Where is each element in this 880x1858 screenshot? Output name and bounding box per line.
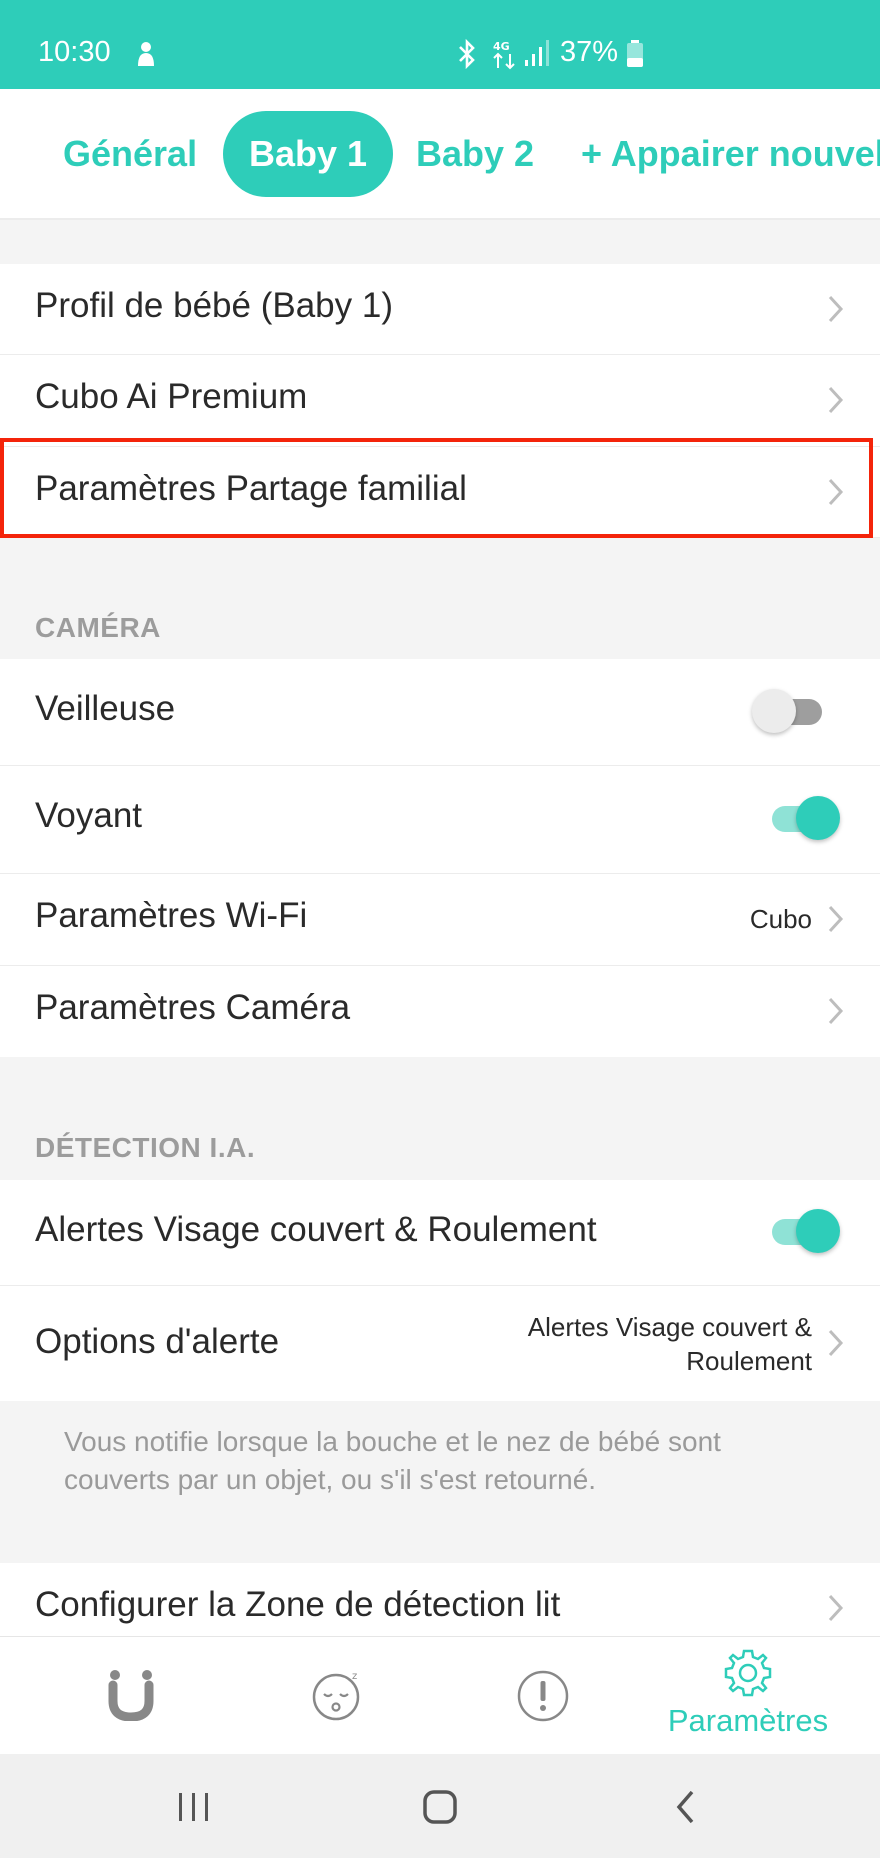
row-label: Alertes Visage couvert & Roulement [35, 1210, 597, 1249]
tab-alerts[interactable] [433, 1637, 653, 1755]
face-cover-alerts-toggle[interactable] [772, 1209, 842, 1253]
wifi-network-value: Cubo [749, 904, 812, 934]
row-family-sharing[interactable]: Paramètres Partage familial [0, 447, 880, 538]
system-nav-bar [0, 1754, 880, 1858]
tab-settings[interactable]: Paramètres [638, 1637, 858, 1755]
recent-apps-icon[interactable] [176, 1791, 212, 1823]
section-title-detection: DÉTECTION I.A. [35, 1132, 256, 1163]
baby-tabs: Général Baby 1 Baby 2 + Appairer nouvel [0, 89, 880, 220]
svg-text:4G: 4G [493, 40, 510, 53]
chevron-right-icon [828, 997, 844, 1025]
gear-icon [724, 1649, 772, 1697]
tab-sleep[interactable]: z [226, 1637, 446, 1755]
row-cubo-premium[interactable]: Cubo Ai Premium [0, 355, 880, 447]
status-time: 10:30 [38, 36, 111, 68]
tab-baby-2[interactable]: Baby 2 [416, 111, 534, 197]
alert-description: Vous notifie lorsque la bouche et le nez… [64, 1426, 721, 1495]
alert-options-value-line1: Alertes Visage couvert & [527, 1312, 812, 1342]
chevron-right-icon [828, 905, 844, 933]
night-light-toggle[interactable] [752, 689, 826, 733]
battery-icon [627, 40, 643, 67]
battery-percentage: 37% [560, 36, 619, 68]
home-button-icon[interactable] [422, 1789, 458, 1825]
alert-options-value: Alertes Visage couvert & Roulement [528, 1310, 812, 1378]
row-face-cover-alerts: Alertes Visage couvert & Roulement [0, 1180, 880, 1286]
signal-icon [525, 40, 549, 66]
bottom-tab-bar: z Paramètres [0, 1636, 880, 1755]
row-alert-options[interactable]: Options d'alerte Alertes Visage couvert … [0, 1286, 880, 1401]
tab-settings-label: Paramètres [667, 1703, 829, 1738]
sleeping-face-icon: z [312, 1671, 360, 1721]
cubo-home-icon [108, 1670, 154, 1721]
alert-options-value-line2: Roulement [686, 1346, 812, 1376]
row-label: Veilleuse [35, 689, 176, 728]
tab-general[interactable]: Général [63, 111, 197, 197]
row-label: Cubo Ai Premium [35, 377, 308, 416]
tab-pair-new[interactable]: + Appairer nouvel [581, 111, 880, 197]
chevron-right-icon [828, 1594, 844, 1622]
row-label: Voyant [35, 796, 143, 835]
chevron-right-icon [828, 295, 844, 323]
row-label: Options d'alerte [35, 1322, 280, 1361]
chevron-right-icon [828, 1329, 844, 1357]
mobile-data-4g-icon: 4G [493, 40, 515, 70]
tab-home[interactable] [21, 1637, 241, 1755]
row-wifi-settings[interactable]: Paramètres Wi-Fi Cubo [0, 874, 880, 966]
row-baby-profile[interactable]: Profil de bébé (Baby 1) [0, 264, 880, 355]
tab-baby-1[interactable]: Baby 1 [223, 111, 394, 197]
row-label: Paramètres Partage familial [35, 469, 467, 508]
indicator-light-toggle[interactable] [772, 796, 842, 840]
row-indicator-light: Voyant [0, 766, 880, 874]
alert-icon [517, 1670, 569, 1722]
chevron-right-icon [828, 386, 844, 414]
row-label: Profil de bébé (Baby 1) [35, 286, 393, 325]
status-bar: 10:30 4G 37% [0, 0, 880, 89]
row-label: Paramètres Caméra [35, 988, 351, 1027]
baby-notification-icon [138, 42, 154, 66]
svg-text:z: z [352, 1671, 357, 1682]
chevron-right-icon [828, 478, 844, 506]
row-night-light: Veilleuse [0, 659, 880, 766]
back-icon[interactable] [672, 1788, 700, 1826]
bluetooth-icon [459, 38, 475, 70]
row-label: Paramètres Wi-Fi [35, 896, 308, 935]
section-title-camera: CAMÉRA [35, 612, 161, 643]
row-label: Configurer la Zone de détection lit [35, 1585, 561, 1624]
row-camera-settings[interactable]: Paramètres Caméra [0, 966, 880, 1057]
